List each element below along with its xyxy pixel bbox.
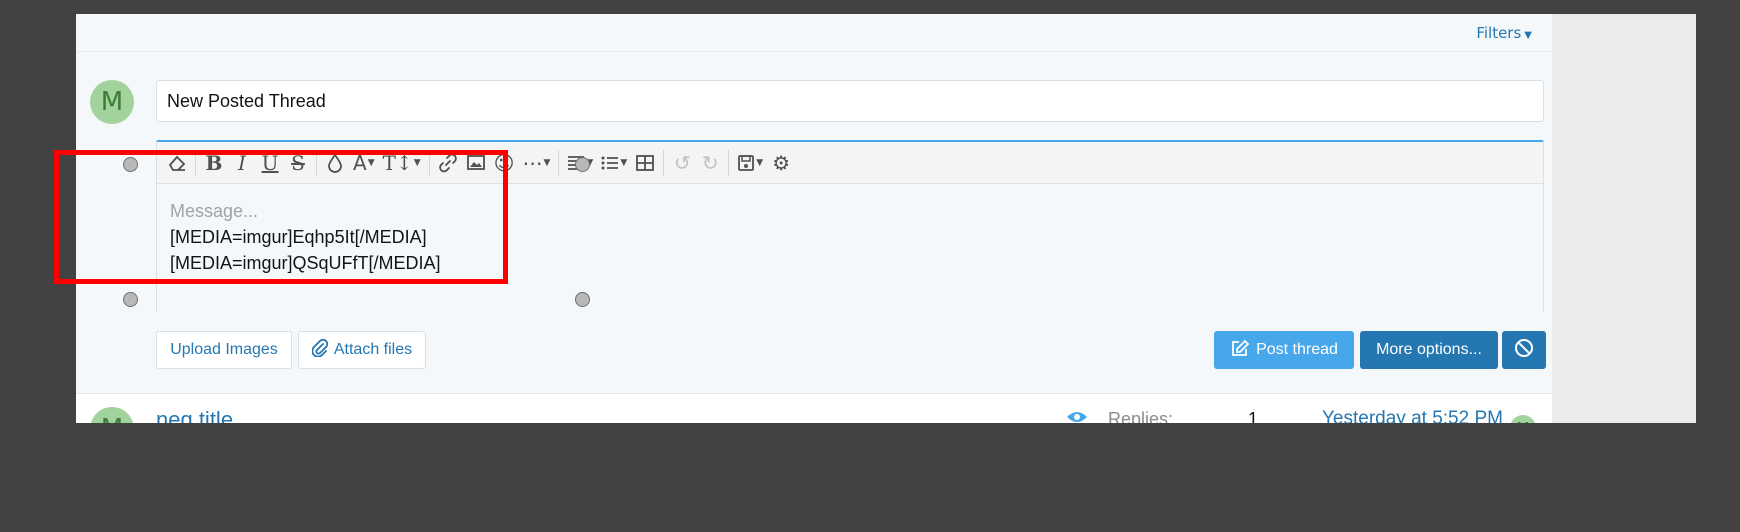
drafts-icon[interactable]: ▼ <box>733 145 767 181</box>
filter-bar: Filters ▼ <box>76 14 1552 52</box>
post-thread-button[interactable]: Post thread <box>1214 331 1354 369</box>
filters-label: Filters <box>1476 24 1522 42</box>
toolbar-divider <box>558 149 560 176</box>
list-icon[interactable]: ▼ <box>597 145 631 181</box>
insert-table-icon[interactable] <box>631 145 659 181</box>
cancel-button[interactable] <box>1502 331 1546 369</box>
replies-label: Replies: <box>1108 409 1174 423</box>
toolbar-divider <box>663 149 665 176</box>
redo-icon[interactable]: ↻ <box>696 145 724 181</box>
more-options-icon[interactable]: ⋯ ▼ <box>519 145 555 181</box>
paperclip-icon <box>311 338 328 362</box>
replies-count: 1 <box>1248 409 1259 423</box>
undo-icon[interactable]: ↺ <box>668 145 696 181</box>
caret-down-icon: ▼ <box>1524 30 1532 41</box>
upload-images-button[interactable]: Upload Images <box>156 331 292 369</box>
attach-files-label: Attach files <box>333 341 413 358</box>
eye-icon <box>1066 409 1088 423</box>
avatar: M <box>90 407 134 423</box>
resize-handle-top-left[interactable] <box>123 157 138 172</box>
resize-handle-bottom-right[interactable] <box>575 292 590 307</box>
thread-row: M neq title Replies: 1 Yesterday at 5:52… <box>76 395 1552 423</box>
last-post-link[interactable]: Yesterday at 5:52 PM <box>1322 408 1503 423</box>
attach-files-button[interactable]: Attach files <box>298 331 426 369</box>
edit-icon <box>1230 339 1250 362</box>
thread-title-input[interactable]: New Posted Thread <box>156 80 1544 122</box>
thread-title-link[interactable]: neq title <box>156 407 233 423</box>
selection-outline <box>54 150 508 284</box>
toolbar-divider <box>728 149 730 176</box>
more-options-button[interactable]: More options... <box>1360 331 1498 369</box>
last-poster-avatar[interactable]: M <box>1510 415 1536 423</box>
filters-button[interactable]: Filters ▼ <box>1476 24 1532 42</box>
resize-handle-top-right[interactable] <box>575 157 590 172</box>
avatar: M <box>90 80 134 124</box>
ban-icon <box>1514 338 1534 363</box>
resize-handle-bottom-left[interactable] <box>123 292 138 307</box>
gear-icon[interactable]: ⚙ <box>767 145 795 181</box>
post-thread-label: Post thread <box>1256 341 1338 358</box>
